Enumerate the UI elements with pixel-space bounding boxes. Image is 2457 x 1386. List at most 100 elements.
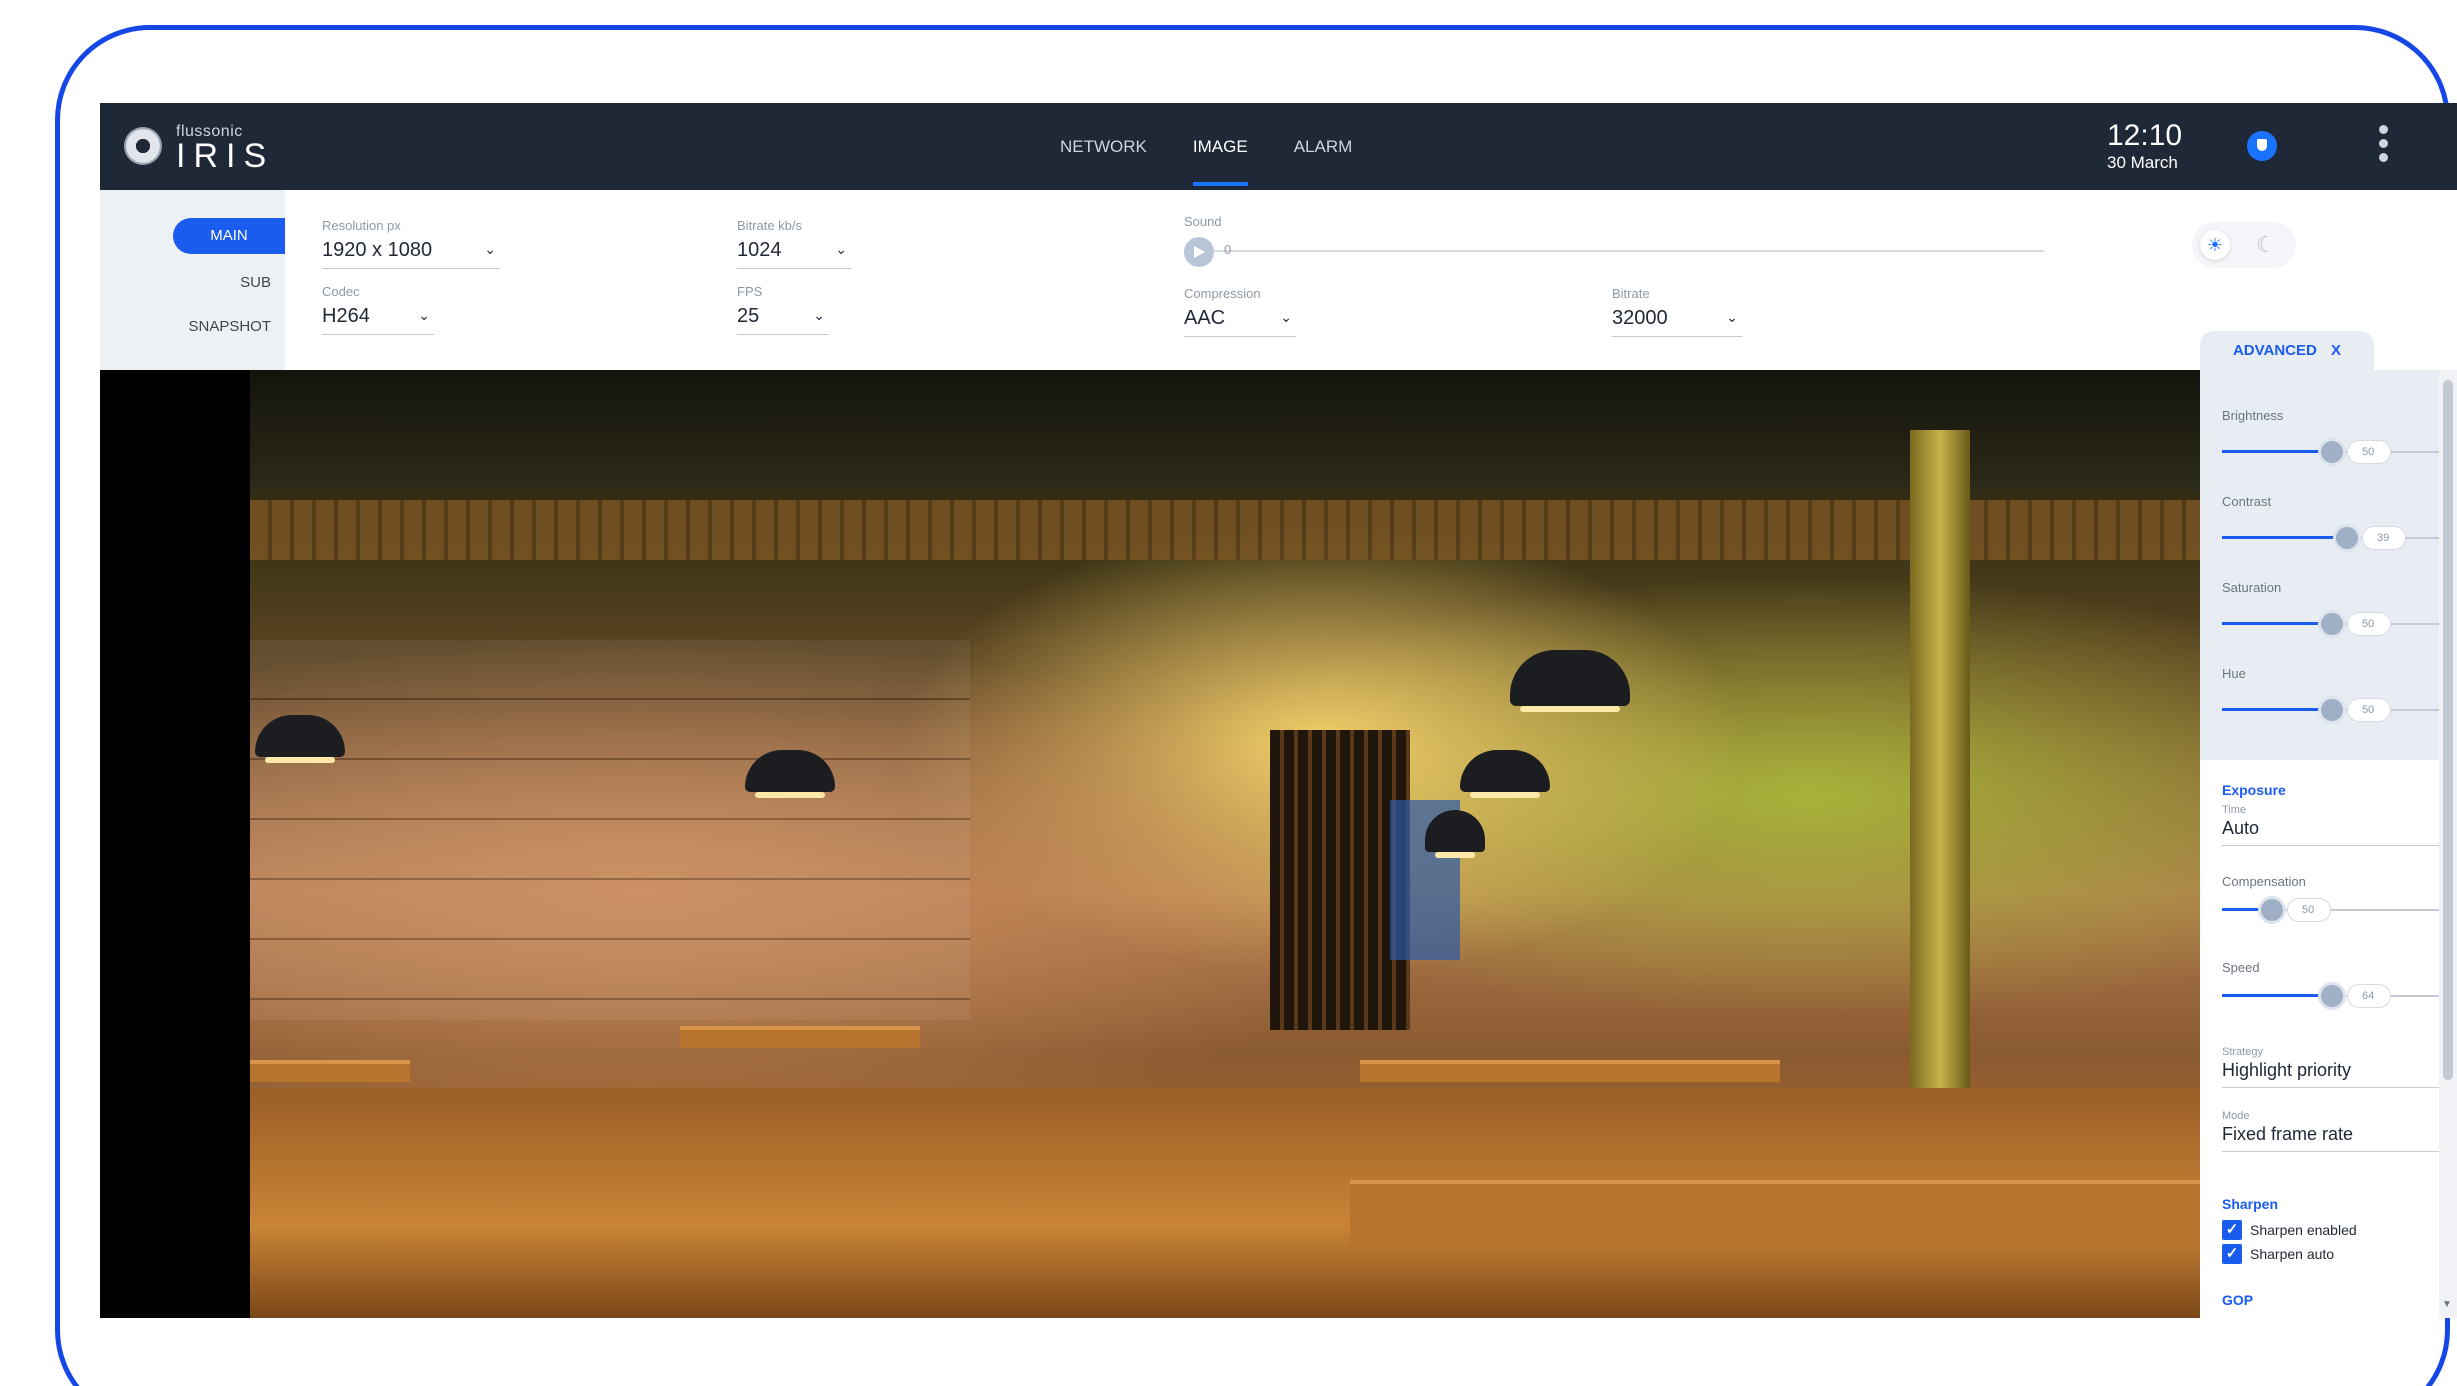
codec-field: Codec H264 ⌄ (322, 284, 434, 335)
advanced-tab[interactable]: ADVANCED X (2200, 331, 2374, 371)
camera-app: flussonic IRIS NETWORK IMAGE ALARM 12:10… (100, 103, 2457, 1318)
compression-select[interactable]: AAC ⌄ (1184, 307, 1296, 337)
audio-bitrate-field: Bitrate 32000 ⌄ (1612, 286, 1742, 337)
tab-image[interactable]: IMAGE (1192, 103, 1248, 190)
checkbox-checked-icon: ✓ (2222, 1244, 2242, 1264)
brightness-label: Brightness (2222, 408, 2284, 423)
saturation-slider[interactable]: Saturation 50 (2222, 580, 2457, 639)
clock: 12:10 30 March (2107, 121, 2182, 173)
resolution-field: Resolution px 1920 x 1080 ⌄ (322, 218, 500, 269)
fps-select[interactable]: 25 ⌄ (737, 305, 829, 335)
chevron-down-icon: ⌄ (1726, 309, 1738, 325)
audio-bitrate-label: Bitrate (1612, 286, 1650, 301)
advanced-panel: Brightness 50 Contrast 39 Saturation 50 … (2200, 370, 2457, 1318)
sun-icon[interactable]: ☀ (2200, 230, 2230, 260)
logo-mark-icon (124, 127, 162, 165)
resolution-label: Resolution px (322, 218, 401, 233)
bitrate-label: Bitrate kb/s (737, 218, 803, 233)
exposure-time-select[interactable]: Auto⌄ (2222, 818, 2457, 846)
gop-title: GOP (2222, 1292, 2254, 1308)
hue-value: 50 (2347, 698, 2391, 722)
compensation-knob[interactable] (2258, 896, 2286, 924)
strategy-value: Highlight priority (2222, 1060, 2352, 1080)
stream-snapshot-button[interactable]: SNAPSHOT (188, 318, 271, 335)
sound-label: Sound (1184, 214, 1222, 229)
brightness-value: 50 (2347, 440, 2391, 464)
scrollbar-thumb[interactable] (2443, 380, 2453, 1080)
hue-label: Hue (2222, 666, 2246, 681)
hue-knob[interactable] (2318, 696, 2346, 724)
chevron-down-icon: ⌄ (813, 307, 825, 323)
speaker-icon[interactable] (1184, 237, 1214, 267)
saturation-value: 50 (2347, 612, 2391, 636)
advanced-scrollbar[interactable]: ▼ (2439, 370, 2457, 1318)
sound-track (1214, 250, 2044, 252)
mode-value: Fixed frame rate (2222, 1124, 2354, 1144)
brand-name: IRIS (176, 137, 275, 175)
tab-network[interactable]: NETWORK (1060, 103, 1147, 190)
chevron-down-icon: ⌄ (835, 241, 847, 257)
saturation-knob[interactable] (2318, 610, 2346, 638)
moon-icon[interactable]: ☾ (2256, 230, 2276, 260)
mode-field: Mode Fixed frame rate⌄ (2222, 1110, 2457, 1152)
resolution-value: 1920 x 1080 (322, 239, 433, 261)
checkbox-checked-icon: ✓ (2222, 1220, 2242, 1240)
strategy-select[interactable]: Highlight priority⌄ (2222, 1060, 2457, 1088)
stream-selector: MAIN SUB SNAPSHOT (100, 190, 285, 370)
sharpen-enabled-checkbox[interactable]: ✓ Sharpen enabled (2222, 1220, 2357, 1240)
more-menu-icon[interactable] (2376, 125, 2390, 169)
bitrate-select[interactable]: 1024 ⌄ (737, 239, 851, 269)
clock-time: 12:10 (2107, 119, 2183, 152)
stream-sub-button[interactable]: SUB (240, 274, 271, 291)
compression-value: AAC (1184, 307, 1226, 329)
hue-slider[interactable]: Hue 50 (2222, 666, 2457, 725)
chevron-down-icon: ⌄ (1280, 309, 1292, 325)
shield-icon[interactable] (2247, 131, 2277, 161)
brightness-slider[interactable]: Brightness 50 (2222, 408, 2457, 467)
camera-view[interactable] (100, 370, 2200, 1318)
compression-field: Compression AAC ⌄ (1184, 286, 1296, 337)
clock-date: 30 March (2107, 153, 2178, 172)
exposure-time-field: Time Auto⌄ (2222, 804, 2457, 846)
resolution-select[interactable]: 1920 x 1080 ⌄ (322, 239, 500, 269)
speed-knob[interactable] (2318, 982, 2346, 1010)
advanced-tab-label: ADVANCED (2232, 342, 2317, 359)
scroll-down-icon[interactable]: ▼ (2442, 1299, 2452, 1310)
mode-select[interactable]: Fixed frame rate⌄ (2222, 1124, 2457, 1152)
close-icon[interactable]: X (2331, 342, 2341, 359)
exposure-time-label: Time (2222, 804, 2247, 816)
contrast-knob[interactable] (2333, 524, 2361, 552)
saturation-label: Saturation (2222, 580, 2282, 595)
bitrate-field: Bitrate kb/s 1024 ⌄ (737, 218, 851, 269)
exposure-title: Exposure (2222, 782, 2286, 798)
fps-field: FPS 25 ⌄ (737, 284, 829, 335)
chevron-down-icon: ⌄ (418, 307, 430, 323)
audio-bitrate-select[interactable]: 32000 ⌄ (1612, 307, 1742, 337)
contrast-value: 39 (2362, 526, 2406, 550)
fps-label: FPS (737, 284, 763, 299)
brightness-knob[interactable] (2318, 438, 2346, 466)
speed-slider[interactable]: Speed 64 (2222, 960, 2457, 1011)
logo[interactable]: flussonic IRIS (124, 117, 274, 177)
camera-image (250, 370, 2200, 1318)
stream-settings: MAIN SUB SNAPSHOT Resolution px 1920 x 1… (100, 190, 2457, 370)
compensation-value: 50 (2287, 898, 2331, 922)
theme-toggle[interactable]: ☀ ☾ (2192, 222, 2296, 268)
stream-main-button[interactable]: MAIN (173, 218, 285, 254)
codec-select[interactable]: H264 ⌄ (322, 305, 434, 335)
top-bar: flussonic IRIS NETWORK IMAGE ALARM 12:10… (100, 103, 2457, 190)
strategy-field: Strategy Highlight priority⌄ (2222, 1046, 2457, 1088)
mode-label: Mode (2222, 1110, 2250, 1122)
compensation-slider[interactable]: Compensation 50 (2222, 874, 2457, 925)
sharpen-enabled-label: Sharpen enabled (2250, 1222, 2357, 1238)
bitrate-value: 1024 (737, 239, 782, 261)
sound-slider[interactable]: 0 (1184, 237, 2044, 267)
sharpen-auto-checkbox[interactable]: ✓ Sharpen auto (2222, 1244, 2334, 1264)
contrast-slider[interactable]: Contrast 39 (2222, 494, 2457, 553)
codec-label: Codec (322, 284, 360, 299)
tab-alarm[interactable]: ALARM (1294, 103, 1353, 190)
sound-field: Sound (1184, 214, 1304, 229)
speed-label: Speed (2222, 960, 2260, 975)
strategy-label: Strategy (2222, 1046, 2263, 1058)
sharpen-auto-label: Sharpen auto (2250, 1246, 2335, 1262)
